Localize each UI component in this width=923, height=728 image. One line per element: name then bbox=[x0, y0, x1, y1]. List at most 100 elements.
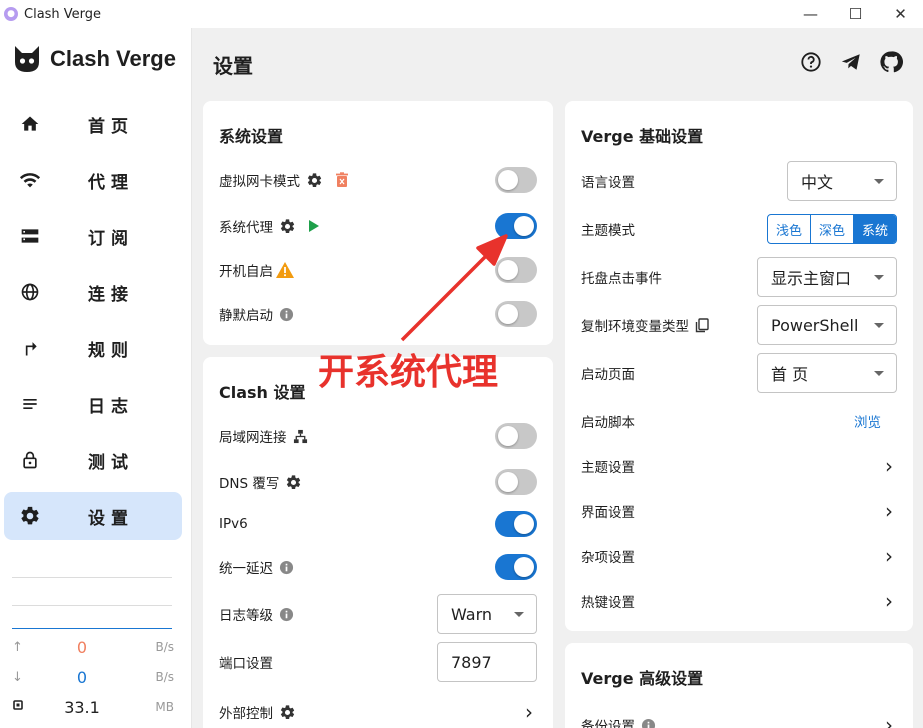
sidebar-item-label: 规则 bbox=[88, 340, 134, 361]
sidebar-item-label: 设置 bbox=[88, 508, 134, 529]
theme-light-button[interactable]: 浅色 bbox=[768, 215, 810, 243]
row-label: 托盘点击事件 bbox=[581, 271, 662, 287]
info-icon[interactable] bbox=[279, 560, 294, 575]
sidebar-item-connections[interactable]: 连接 bbox=[4, 268, 182, 316]
sidebar-item-test[interactable]: 测试 bbox=[4, 436, 182, 484]
start-page-select[interactable]: 首 页 bbox=[757, 353, 897, 393]
gear-icon[interactable] bbox=[306, 172, 323, 189]
theme-mode-row: 主题模式 浅色 深色 系统 bbox=[581, 209, 897, 249]
play-icon bbox=[308, 219, 320, 233]
sidebar-item-label: 日志 bbox=[88, 396, 134, 417]
sidebar-item-subscription[interactable]: 订阅 bbox=[4, 212, 182, 260]
tun-mode-row: 虚拟网卡模式 bbox=[219, 160, 537, 200]
minimize-button[interactable]: — bbox=[788, 0, 833, 28]
unified-delay-toggle[interactable] bbox=[495, 554, 537, 580]
auto-launch-toggle[interactable] bbox=[495, 257, 537, 283]
theme-system-button[interactable]: 系统 bbox=[852, 215, 896, 243]
silent-start-row: 静默启动 bbox=[219, 294, 537, 334]
memory-chip-icon bbox=[12, 699, 32, 715]
row-label: IPv6 bbox=[219, 516, 248, 532]
gear-icon[interactable] bbox=[279, 704, 296, 721]
copy-env-value: PowerShell bbox=[771, 315, 859, 335]
system-proxy-toggle[interactable] bbox=[495, 213, 537, 239]
start-page-row: 启动页面 首 页 bbox=[581, 353, 897, 393]
theme-settings-row[interactable]: 主题设置 › bbox=[581, 446, 897, 486]
gear-icon[interactable] bbox=[279, 218, 296, 235]
arrow-down-icon: ↓ bbox=[12, 669, 23, 685]
page-header: 设置 bbox=[193, 28, 923, 92]
row-label: 备份设置 bbox=[581, 719, 635, 728]
sidebar-item-rules[interactable]: 规则 bbox=[4, 324, 182, 372]
row-label: 语言设置 bbox=[581, 175, 635, 191]
theme-dark-button[interactable]: 深色 bbox=[809, 215, 853, 243]
info-icon[interactable] bbox=[279, 307, 294, 322]
port-input[interactable]: 7897 bbox=[437, 642, 537, 682]
card-title: Verge 高级设置 bbox=[581, 669, 704, 688]
log-level-select[interactable]: Warn bbox=[437, 594, 537, 634]
row-label: 杂项设置 bbox=[581, 550, 635, 566]
window-titlebar: ● Clash Verge — ☐ ✕ bbox=[0, 0, 923, 28]
clash-settings-card: Clash 设置 局域网连接 DNS 覆写 IPv6 统一延迟 日志等级 War bbox=[203, 357, 553, 728]
silent-start-toggle[interactable] bbox=[495, 301, 537, 327]
verge-advanced-settings-card: Verge 高级设置 备份设置 › bbox=[565, 643, 913, 728]
row-label: 外部控制 bbox=[219, 706, 273, 722]
lan-toggle[interactable] bbox=[495, 423, 537, 449]
sidebar-divider bbox=[12, 577, 172, 578]
backup-settings-row[interactable]: 备份设置 › bbox=[581, 705, 897, 728]
app-cat-icon: ● bbox=[4, 7, 18, 21]
chevron-right-icon: › bbox=[885, 544, 893, 568]
sidebar: Clash Verge 首页 代理 订阅 连接 规则 日志 测试 设置 ↑ 0 … bbox=[0, 28, 192, 728]
maximize-button[interactable]: ☐ bbox=[833, 0, 878, 28]
copy-env-select[interactable]: PowerShell bbox=[757, 305, 897, 345]
memory-usage: 33.1 MB bbox=[12, 695, 174, 719]
dns-override-toggle[interactable] bbox=[495, 469, 537, 495]
sidebar-item-settings[interactable]: 设置 bbox=[4, 492, 182, 540]
chevron-right-icon: › bbox=[885, 499, 893, 523]
browse-button[interactable]: 浏览 bbox=[854, 411, 881, 431]
download-speed: ↓ 0 B/s bbox=[12, 665, 174, 689]
fork-arrow-icon bbox=[19, 337, 41, 359]
chevron-right-icon: › bbox=[525, 700, 533, 724]
upload-speed: ↑ 0 B/s bbox=[12, 635, 174, 659]
close-button[interactable]: ✕ bbox=[878, 0, 923, 28]
verge-basic-settings-card: Verge 基础设置 语言设置 中文 主题模式 浅色 深色 系统 托盘点击事件 … bbox=[565, 101, 913, 631]
sidebar-item-label: 测试 bbox=[88, 452, 134, 473]
info-icon[interactable] bbox=[641, 718, 656, 728]
app-logo: Clash Verge bbox=[12, 44, 176, 74]
gear-icon[interactable] bbox=[285, 474, 302, 491]
annotation-text: 开系统代理 bbox=[318, 352, 499, 393]
row-label: 统一延迟 bbox=[219, 561, 273, 577]
logo-text: Clash Verge bbox=[50, 46, 176, 71]
misc-settings-row[interactable]: 杂项设置 › bbox=[581, 536, 897, 576]
window-controls: — ☐ ✕ bbox=[788, 0, 923, 28]
info-icon[interactable] bbox=[279, 607, 294, 622]
hotkey-settings-row[interactable]: 热键设置 › bbox=[581, 581, 897, 621]
sidebar-item-proxy[interactable]: 代理 bbox=[4, 156, 182, 204]
system-proxy-row: 系统代理 bbox=[219, 206, 537, 246]
traffic-graph-baseline bbox=[12, 628, 172, 629]
upload-unit: B/s bbox=[155, 640, 174, 654]
tray-click-select[interactable]: 显示主窗口 bbox=[757, 257, 897, 297]
dropdown-caret-icon bbox=[514, 612, 524, 617]
external-control-row[interactable]: 外部控制 › bbox=[219, 692, 537, 728]
language-select[interactable]: 中文 bbox=[787, 161, 897, 201]
telegram-icon[interactable] bbox=[831, 50, 871, 74]
sidebar-item-home[interactable]: 首页 bbox=[4, 100, 182, 148]
github-icon[interactable] bbox=[871, 50, 911, 74]
ipv6-toggle[interactable] bbox=[495, 511, 537, 537]
row-label: 端口设置 bbox=[219, 656, 273, 672]
copy-icon[interactable] bbox=[695, 317, 709, 333]
row-label: 日志等级 bbox=[219, 608, 273, 624]
tun-mode-toggle[interactable] bbox=[495, 167, 537, 193]
sidebar-item-logs[interactable]: 日志 bbox=[4, 380, 182, 428]
chevron-right-icon: › bbox=[885, 589, 893, 613]
download-unit: B/s bbox=[155, 670, 174, 684]
delete-icon[interactable] bbox=[335, 172, 349, 188]
ipv6-row: IPv6 bbox=[219, 504, 537, 544]
cat-logo-icon bbox=[15, 46, 39, 72]
help-icon[interactable] bbox=[791, 50, 831, 74]
home-icon bbox=[19, 113, 41, 135]
row-label: 启动脚本 bbox=[581, 415, 635, 431]
row-label: 启动页面 bbox=[581, 367, 635, 383]
ui-settings-row[interactable]: 界面设置 › bbox=[581, 491, 897, 531]
